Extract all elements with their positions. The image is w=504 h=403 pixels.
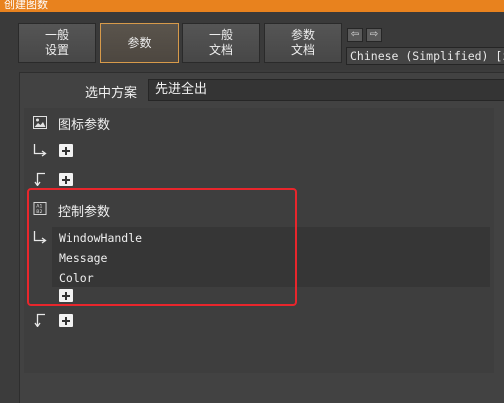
tab-general-settings[interactable]: 一般 设置 bbox=[18, 23, 96, 63]
icon-section-title: 图标参数 bbox=[58, 118, 111, 133]
add-icon-output-button[interactable] bbox=[59, 173, 73, 186]
output-arrow-icon bbox=[34, 313, 45, 327]
nav-back-button[interactable]: ⇦ bbox=[347, 28, 363, 42]
window-title: 创建图数 bbox=[4, 0, 48, 11]
input-arrow-icon bbox=[33, 144, 47, 157]
scheme-select[interactable]: 先进全出 bbox=[148, 79, 504, 101]
scheme-value: 先进全出 bbox=[155, 82, 208, 97]
tab-label: 参数 bbox=[127, 35, 152, 50]
output-arrow-icon bbox=[34, 172, 45, 186]
highlight-box bbox=[27, 188, 297, 306]
image-icon bbox=[33, 116, 47, 129]
tab-general-docs[interactable]: 一般 文档 bbox=[182, 23, 260, 63]
tab-label: 参数 文档 bbox=[290, 28, 315, 57]
title-bar: 创建图数 bbox=[0, 0, 504, 12]
arrow-right-icon: ⇨ bbox=[369, 29, 379, 40]
scheme-label: 选中方案 bbox=[85, 86, 138, 101]
tab-parameter-docs[interactable]: 参数 文档 bbox=[264, 23, 342, 63]
language-value: Chinese (Simplified) [zh bbox=[350, 49, 504, 63]
language-select[interactable]: Chinese (Simplified) [zh bbox=[346, 47, 504, 65]
tab-label: 一般 设置 bbox=[44, 28, 69, 57]
add-control-output-button[interactable] bbox=[59, 314, 73, 327]
tab-parameters[interactable]: 参数 bbox=[100, 23, 179, 63]
arrow-left-icon: ⇦ bbox=[350, 29, 360, 40]
tab-label: 一般 文档 bbox=[208, 28, 233, 57]
add-icon-input-button[interactable] bbox=[59, 144, 73, 157]
tab-strip: 一般 设置 参数 一般 文档 参数 文档 ⇦ ⇨ Chinese (Simpli… bbox=[0, 12, 504, 70]
nav-forward-button[interactable]: ⇨ bbox=[366, 28, 382, 42]
